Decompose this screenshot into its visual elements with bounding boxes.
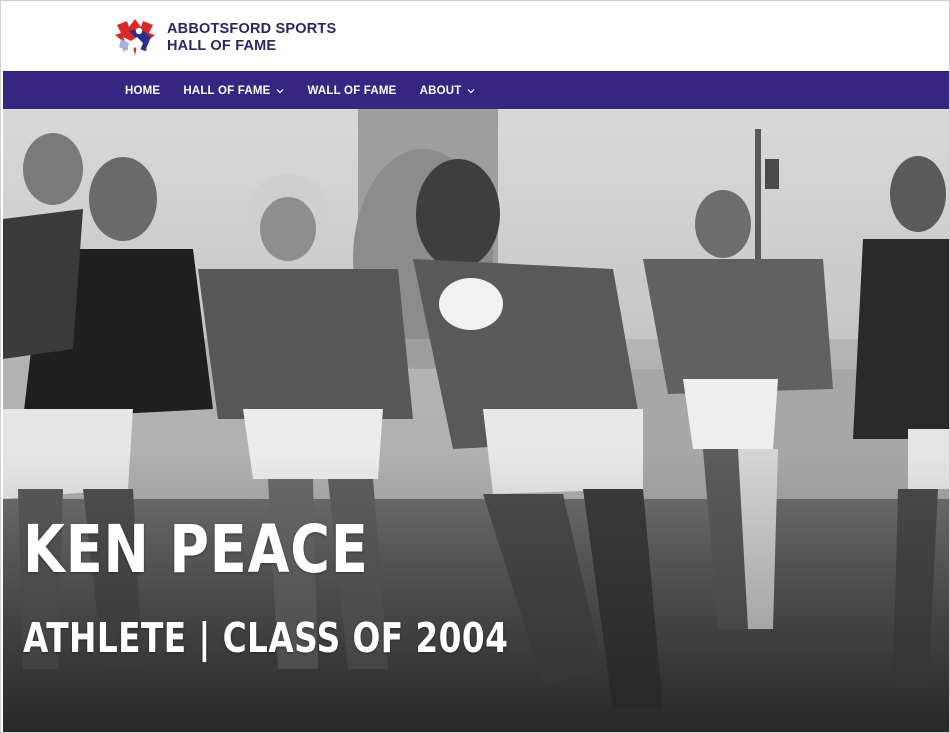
- site-title-line1: ABBOTSFORD SPORTS: [167, 21, 337, 37]
- main-nav: HOME HALL OF FAME WALL OF FAME ABOUT: [3, 71, 949, 110]
- hero-subtitle: ATHLETE | CLASS OF 2004: [23, 614, 509, 662]
- nav-label: HALL OF FAME: [183, 85, 271, 97]
- nav-label: WALL OF FAME: [307, 85, 397, 97]
- page-frame: ABBOTSFORD SPORTS HALL OF FAME HOME HALL…: [0, 0, 950, 733]
- chevron-down-icon: [277, 89, 284, 94]
- nav-list: HOME HALL OF FAME WALL OF FAME ABOUT: [125, 72, 498, 110]
- nav-item-about[interactable]: ABOUT: [420, 85, 476, 97]
- site-title-line2: HALL OF FAME: [167, 38, 277, 54]
- nav-item-wall-of-fame[interactable]: WALL OF FAME: [307, 85, 396, 97]
- site-title[interactable]: ABBOTSFORD SPORTS HALL OF FAME: [167, 21, 336, 55]
- chevron-down-icon: [468, 89, 475, 94]
- abbotsford-hof-logo-icon[interactable]: [115, 17, 157, 57]
- nav-item-home[interactable]: HOME: [125, 85, 160, 97]
- nav-item-hall-of-fame[interactable]: HALL OF FAME: [183, 85, 284, 97]
- site-header: ABBOTSFORD SPORTS HALL OF FAME: [3, 3, 949, 71]
- nav-label: HOME: [125, 85, 161, 97]
- hero-title: KEN PEACE: [23, 511, 369, 588]
- nav-label: ABOUT: [419, 85, 462, 97]
- hero-banner: KEN PEACE ATHLETE | CLASS OF 2004: [3, 109, 949, 732]
